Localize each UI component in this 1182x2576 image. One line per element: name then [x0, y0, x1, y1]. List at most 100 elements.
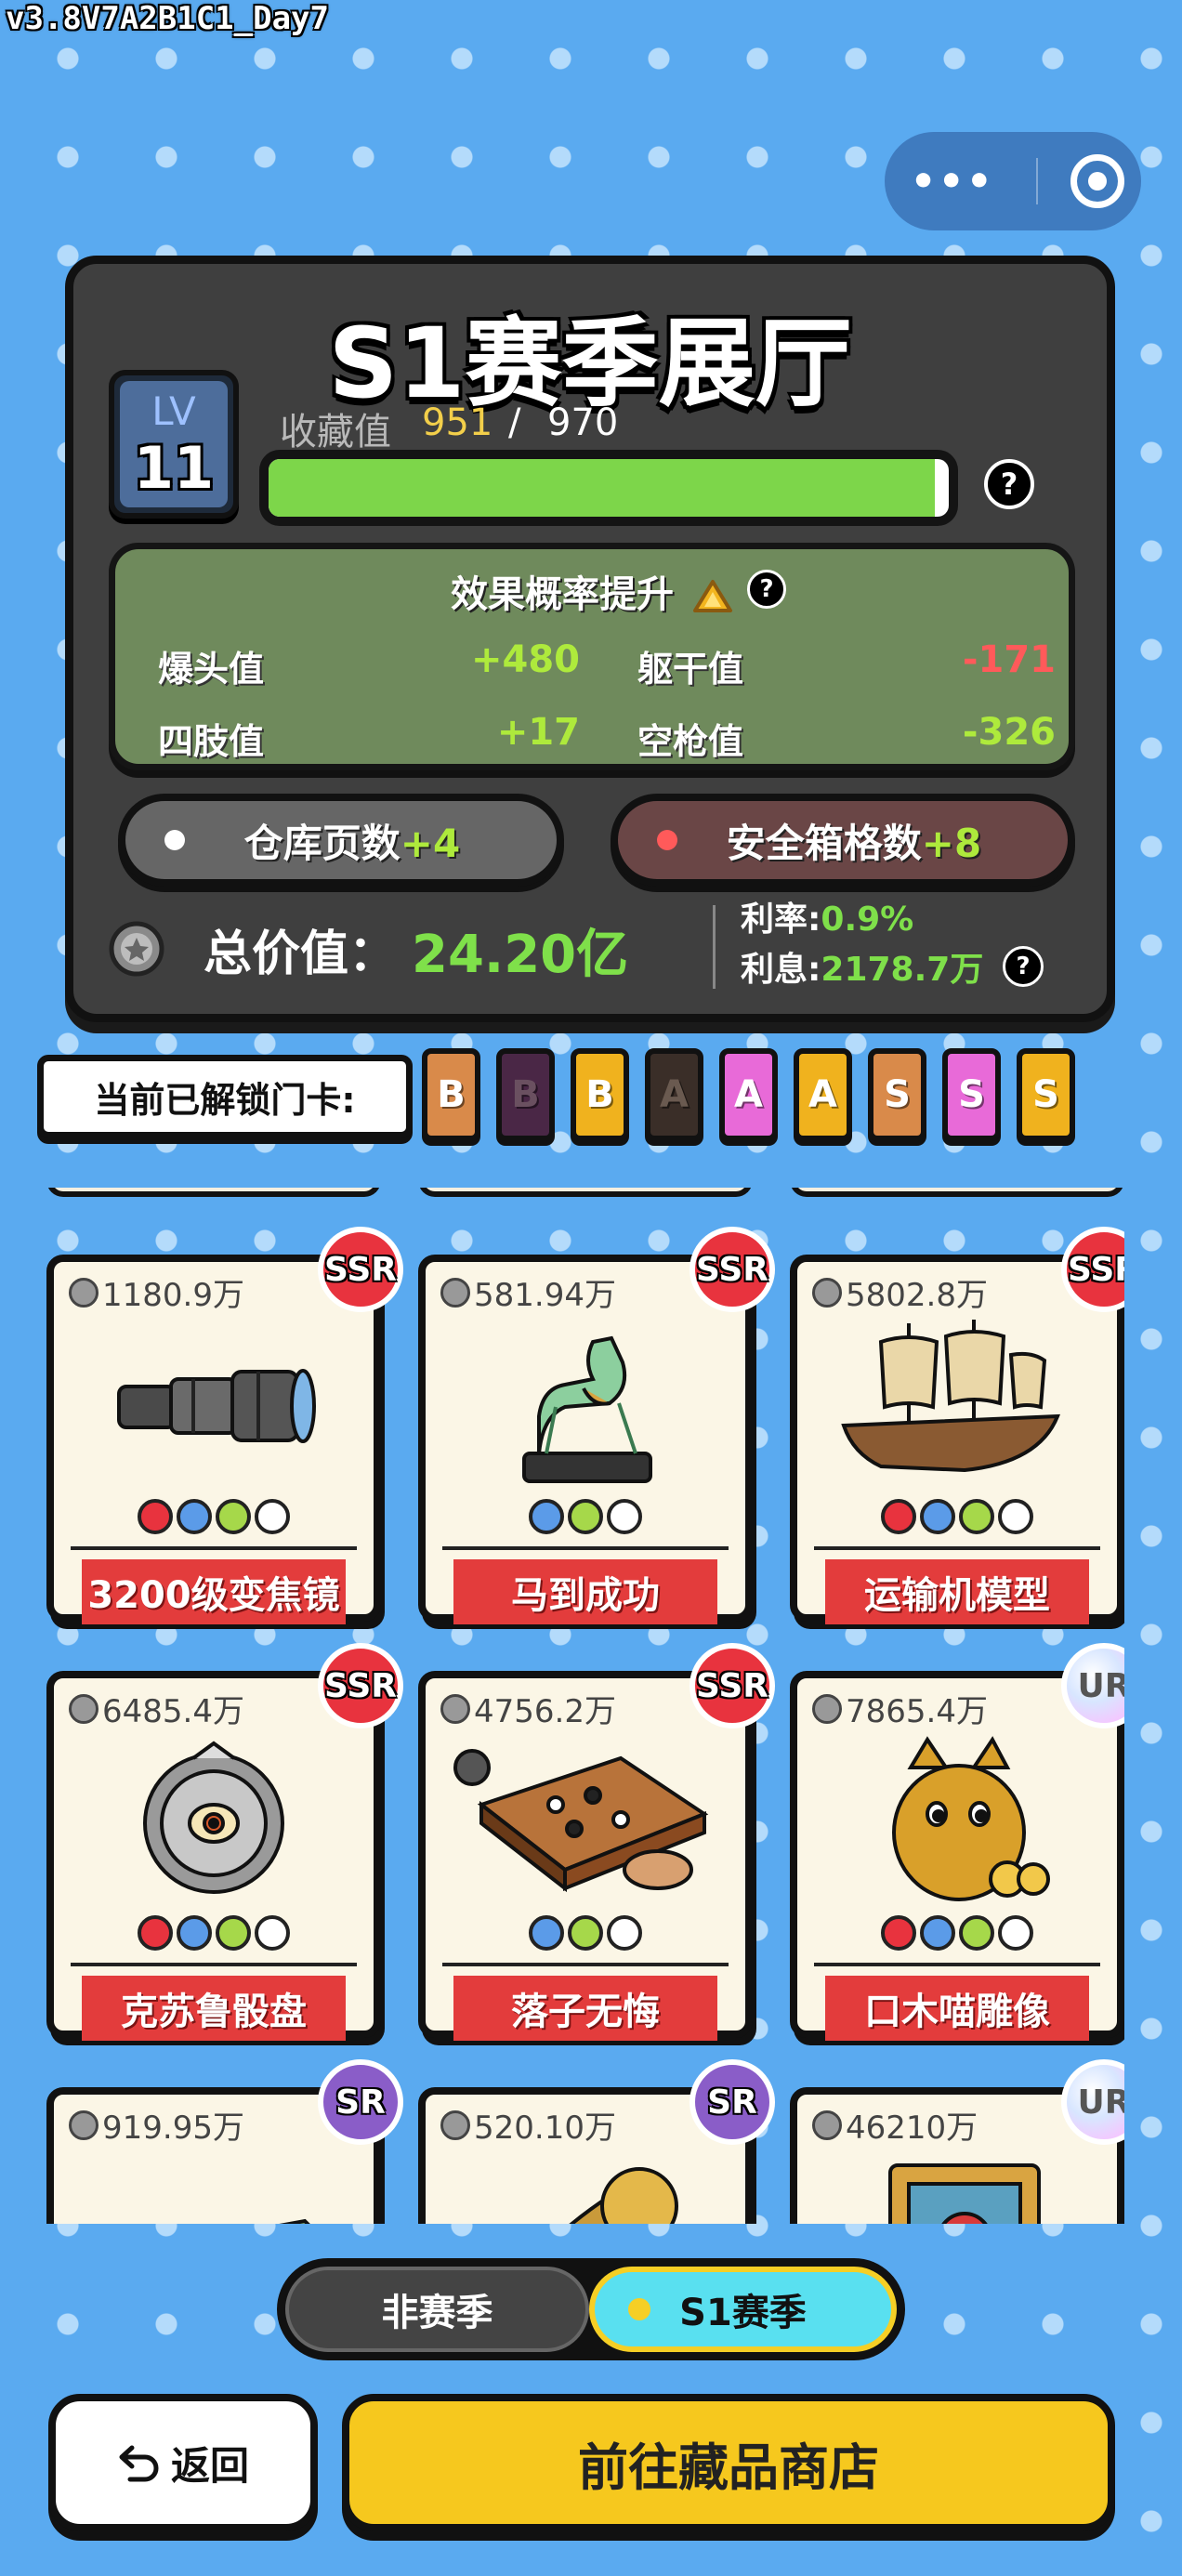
safebox-slots-pill: 安全箱格数+8	[611, 794, 1075, 887]
mini-program-capsule: •••	[885, 132, 1141, 230]
stat-value-limbs: +17	[496, 711, 580, 754]
effect-dot-icon	[920, 1915, 955, 1951]
crate-icon	[82, 2147, 346, 2224]
item-name: 3200级变焦镜	[82, 1559, 346, 1624]
stat-value-torso: -171	[962, 638, 1056, 681]
ship-model-icon	[825, 1314, 1089, 1491]
coin-icon	[440, 1693, 470, 1724]
effect-dot-icon	[255, 1915, 290, 1951]
coin-icon	[109, 921, 164, 977]
coin-icon	[69, 1693, 98, 1724]
rarity-badge: SR	[318, 2059, 403, 2145]
collection-item[interactable]: 581.94万 马到成功	[418, 1255, 753, 1624]
selected-dot-icon	[628, 2298, 650, 2320]
portrait-icon	[825, 2147, 1089, 2224]
effect-icons	[797, 1499, 1117, 1534]
keycard-s: S	[942, 1048, 1001, 1141]
effect-dot-icon	[529, 1915, 564, 1951]
effect-box: 效果概率提升 ? 爆头值 +480 躯干值 -171 四肢值 +17 空枪值 -…	[109, 543, 1075, 770]
effect-dot-icon	[568, 1915, 603, 1951]
dot-icon	[657, 830, 677, 850]
stat-label-headshot: 爆头值	[158, 649, 265, 690]
level-number: 11	[133, 434, 215, 502]
effect-help-icon[interactable]: ?	[747, 570, 786, 609]
effect-title-text: 效果概率提升	[451, 573, 675, 616]
collection-separator: /	[508, 401, 521, 444]
tab-s1-season[interactable]: S1赛季	[589, 2267, 897, 2352]
collection-item[interactable]: 5802.8万 运输机模型	[790, 1255, 1124, 1624]
effect-icons	[54, 1499, 374, 1534]
coin-icon	[440, 1277, 470, 1308]
help-icon[interactable]: ?	[984, 459, 1034, 509]
unlocked-cards-label: 当前已解锁门卡:	[37, 1055, 413, 1138]
coin-icon	[69, 1277, 98, 1308]
effect-icons	[797, 1915, 1117, 1951]
item-price: 7865.4万	[812, 1686, 988, 1731]
collection-item[interactable]: 4756.2万落子无悔	[418, 1671, 753, 2041]
interest-rate: 利率:0.9%	[741, 900, 914, 939]
back-button-label: 返回	[170, 2442, 249, 2489]
item-price: 5802.8万	[812, 1269, 988, 1315]
effect-dot-icon	[881, 1499, 916, 1534]
coin-icon	[812, 1277, 842, 1308]
effect-icons	[426, 1915, 745, 1951]
keycard-s: S	[1017, 1048, 1075, 1141]
name-divider	[814, 1546, 1100, 1550]
divider	[713, 905, 716, 989]
rarity-badge: SSR	[690, 1643, 775, 1728]
rarity-badge: SR	[690, 2059, 775, 2145]
effect-dot-icon	[255, 1499, 290, 1534]
target-circle-icon[interactable]	[1070, 154, 1125, 208]
level-label: LV	[151, 388, 196, 434]
collection-item[interactable]: 7865.4万口木喵雕像	[790, 1671, 1124, 2041]
effect-title: 效果概率提升	[115, 564, 1069, 618]
item-name: 口木喵雕像	[825, 1976, 1089, 2041]
effect-dot-icon	[568, 1499, 603, 1534]
effect-dot-icon	[138, 1499, 173, 1534]
collection-progress-bar	[259, 450, 958, 526]
effect-dot-icon	[959, 1915, 994, 1951]
keycard-b: B	[571, 1048, 629, 1141]
interest-amount: 利息:2178.7万	[741, 951, 984, 989]
collection-item[interactable]: 1180.9万 3200级变焦镜	[46, 1255, 381, 1624]
collection-grid[interactable]: 1180.9万 3200级变焦镜 SSR 581.94万 马到成功 SSR 5802.8万运…	[37, 1188, 1124, 2224]
effect-icons	[54, 1915, 374, 1951]
name-divider	[71, 1546, 357, 1550]
total-value-label: 总价值：	[204, 927, 398, 982]
tab-off-season[interactable]: 非赛季	[285, 2267, 589, 2352]
coin-icon	[812, 1693, 842, 1724]
telescope-icon	[82, 1314, 346, 1491]
cat-statue-icon	[825, 1730, 1089, 1907]
jade-horse-icon	[453, 1314, 717, 1491]
go-board-icon	[453, 1730, 717, 1907]
keycard-a: A	[794, 1048, 852, 1141]
effect-dot-icon	[607, 1499, 642, 1534]
season-hall-panel: S1赛季展厅 LV 11 收藏值 951 / 970 ? 效果概率提升 ? 爆头…	[65, 256, 1115, 1022]
effect-dot-icon	[529, 1499, 564, 1534]
name-divider	[442, 1546, 729, 1550]
season-toggle: 非赛季 S1赛季	[277, 2258, 905, 2360]
effect-dot-icon	[138, 1915, 173, 1951]
item-name: 落子无悔	[453, 1976, 717, 2041]
coin-icon	[440, 2109, 470, 2140]
keycard-a: A	[645, 1048, 703, 1141]
effect-dot-icon	[177, 1915, 212, 1951]
item-price: 520.10万	[440, 2102, 616, 2148]
interest-help-icon[interactable]: ?	[1003, 946, 1044, 987]
effect-dot-icon	[881, 1915, 916, 1951]
collection-item[interactable]: 6485.4万 克苏鲁骰盘	[46, 1671, 381, 2041]
collection-current: 951	[422, 401, 493, 444]
keycard-s: S	[868, 1048, 926, 1141]
item-price: 919.95万	[69, 2102, 244, 2148]
go-to-shop-button[interactable]: 前往藏品商店	[342, 2394, 1115, 2531]
keycard-b: B	[496, 1048, 555, 1141]
version-label: v3.8V7A2B1C1_Day7	[6, 0, 329, 37]
back-button[interactable]: 返回	[48, 2394, 318, 2531]
more-dots-icon[interactable]: •••	[901, 158, 1004, 205]
rarity-badge: SSR	[318, 1227, 403, 1312]
rarity-badge: SSR	[690, 1227, 775, 1312]
stat-value-headshot: +480	[470, 638, 580, 681]
safebox-slots-text: 安全箱格数+8	[726, 820, 982, 866]
item-price: 4756.2万	[440, 1686, 616, 1731]
stat-value-empty-shot: -326	[962, 711, 1056, 754]
